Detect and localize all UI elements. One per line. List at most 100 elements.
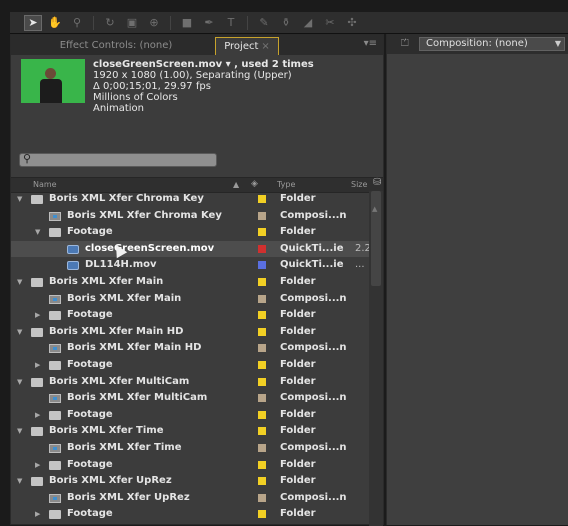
column-name[interactable]: Name [33,180,57,189]
label-color-swatch[interactable] [258,360,266,369]
item-name: Boris XML Xfer Time [49,425,164,437]
folder-icon [49,360,61,370]
label-color-swatch[interactable] [258,244,266,253]
hand-tool-icon[interactable]: ✋ [46,15,64,31]
expand-open-icon[interactable]: ▼ [17,324,22,341]
flowchart-icon[interactable]: ⛁ [373,177,381,188]
puppet-tool-icon[interactable]: ✣ [343,15,361,31]
list-item[interactable]: ▼ Footage Folder [11,224,369,241]
column-size[interactable]: Size [351,180,367,189]
list-item[interactable]: ▶ Footage Folder [11,506,369,523]
list-item[interactable]: ▼ Boris XML Xfer Time Folder [11,423,369,440]
list-item[interactable]: ▼ Boris XML Xfer Main HD Folder [11,324,369,341]
zoom-tool-icon[interactable]: ⚲ [68,15,86,31]
list-item[interactable]: closeGreenScreen.mov QuickTi...ie 2.2 [11,240,371,258]
roto-brush-tool-icon[interactable]: ✂ [321,15,339,31]
item-name: closeGreenScreen.mov [85,242,215,254]
sort-caret-icon[interactable]: ▲ [233,180,239,189]
eraser-tool-icon[interactable]: ◢ [299,15,317,31]
item-type: Composi...n [280,392,347,404]
list-item[interactable]: ▶ Footage Folder [11,307,369,324]
expand-open-icon[interactable]: ▼ [17,274,22,291]
list-item[interactable]: Boris XML Xfer Main HD Composi...n [11,340,369,357]
label-color-swatch[interactable] [258,311,266,320]
label-color-swatch[interactable] [258,277,266,286]
list-item[interactable]: Boris XML Xfer UpRez Composi...n [11,490,369,507]
label-color-swatch[interactable] [258,327,266,336]
item-name: Boris XML Xfer MultiCam [49,375,190,387]
label-color-swatch[interactable] [258,394,266,403]
scroll-up-icon[interactable]: ▲ [372,205,377,213]
item-name: Boris XML Xfer Time [67,441,182,453]
label-color-swatch[interactable] [258,294,266,303]
folder-icon [49,228,61,238]
project-search-input[interactable]: ⚲ [19,152,217,167]
brush-tool-icon[interactable]: ✎ [255,15,273,31]
folder-icon [31,327,43,337]
list-item[interactable]: Boris XML Xfer Chroma Key Composi...n [11,208,369,225]
folder-icon [49,410,61,420]
expand-open-icon[interactable]: ▼ [17,191,22,208]
lock-icon[interactable]: ⏍ [401,38,409,49]
label-color-swatch[interactable] [258,427,266,436]
item-type: Composi...n [280,491,347,503]
label-color-swatch[interactable] [258,410,266,419]
expand-open-icon[interactable]: ▼ [17,423,22,440]
label-color-swatch[interactable] [258,195,266,203]
list-item[interactable]: ▼ Boris XML Xfer Main Folder [11,274,369,291]
expand-closed-icon[interactable]: ▶ [35,457,40,474]
expand-closed-icon[interactable]: ▶ [35,307,40,324]
close-tab-icon[interactable]: × [261,41,269,52]
list-item[interactable]: ▼ Boris XML Xfer MultiCam Folder [11,374,369,391]
list-item[interactable]: DL114H.mov QuickTi...ie... [11,257,369,274]
list-item[interactable]: ▼ Boris XML Xfer Chroma Key Folder [11,191,369,208]
item-name: Boris XML Xfer Chroma Key [67,209,222,221]
expand-closed-icon[interactable]: ▶ [35,357,40,374]
label-color-swatch[interactable] [258,493,266,502]
pen-tool-icon[interactable]: ✒ [200,15,218,31]
list-item[interactable]: Boris XML Xfer Main Composi...n [11,291,369,308]
footage-filename[interactable]: closeGreenScreen.mov ▾ , used 2 times [93,59,314,70]
expand-open-icon[interactable]: ▼ [17,374,22,391]
item-name: Footage [67,508,113,520]
selection-tool-icon[interactable]: ➤ [24,14,42,31]
label-color-swatch[interactable] [258,228,266,237]
label-color-swatch[interactable] [258,261,266,270]
rotate-tool-icon[interactable]: ↻ [101,15,119,31]
folder-icon [31,277,43,287]
tab-effect-controls[interactable]: Effect Controls: (none) [21,37,211,55]
item-type: Composi...n [280,441,347,453]
expand-open-icon[interactable]: ▼ [35,224,40,241]
chevron-down-icon: ▼ [554,39,561,48]
list-item[interactable]: Boris XML Xfer Time Composi...n [11,440,369,457]
rectangle-tool-icon[interactable]: ■ [178,15,196,31]
label-color-swatch[interactable] [258,460,266,469]
list-item[interactable]: Boris XML Xfer MultiCam Composi...n [11,390,369,407]
column-type[interactable]: Type [277,180,295,189]
type-tool-icon[interactable]: T [222,15,240,31]
clone-stamp-tool-icon[interactable]: ⚱ [277,15,295,31]
label-tag-icon[interactable]: ◈ [251,179,258,189]
list-item[interactable]: ▶ Footage Folder [11,357,369,374]
composition-icon [49,394,61,404]
panel-menu-icon[interactable]: ▾≡ [364,38,377,49]
expand-open-icon[interactable]: ▼ [17,473,22,490]
expand-closed-icon[interactable]: ▶ [35,506,40,523]
label-color-swatch[interactable] [258,443,266,452]
label-color-swatch[interactable] [258,344,266,353]
label-color-swatch[interactable] [258,211,266,220]
folder-icon [31,477,43,487]
list-item[interactable]: ▶ Footage Folder [11,457,369,474]
list-item[interactable]: ▼ Boris XML Xfer UpRez Folder [11,473,369,490]
tab-project[interactable]: Project × [215,37,279,55]
camera-tool-icon[interactable]: ▣ [123,15,141,31]
pan-behind-tool-icon[interactable]: ⊕ [145,15,163,31]
label-color-swatch[interactable] [258,477,266,486]
vertical-scrollbar[interactable]: ▲ [369,191,383,526]
list-item[interactable]: ▶ Footage Folder [11,407,369,424]
toolbar-separator [93,15,94,30]
label-color-swatch[interactable] [258,510,266,519]
expand-closed-icon[interactable]: ▶ [35,407,40,424]
composition-dropdown[interactable]: Composition: (none) ▼ [419,37,565,51]
label-color-swatch[interactable] [258,377,266,386]
